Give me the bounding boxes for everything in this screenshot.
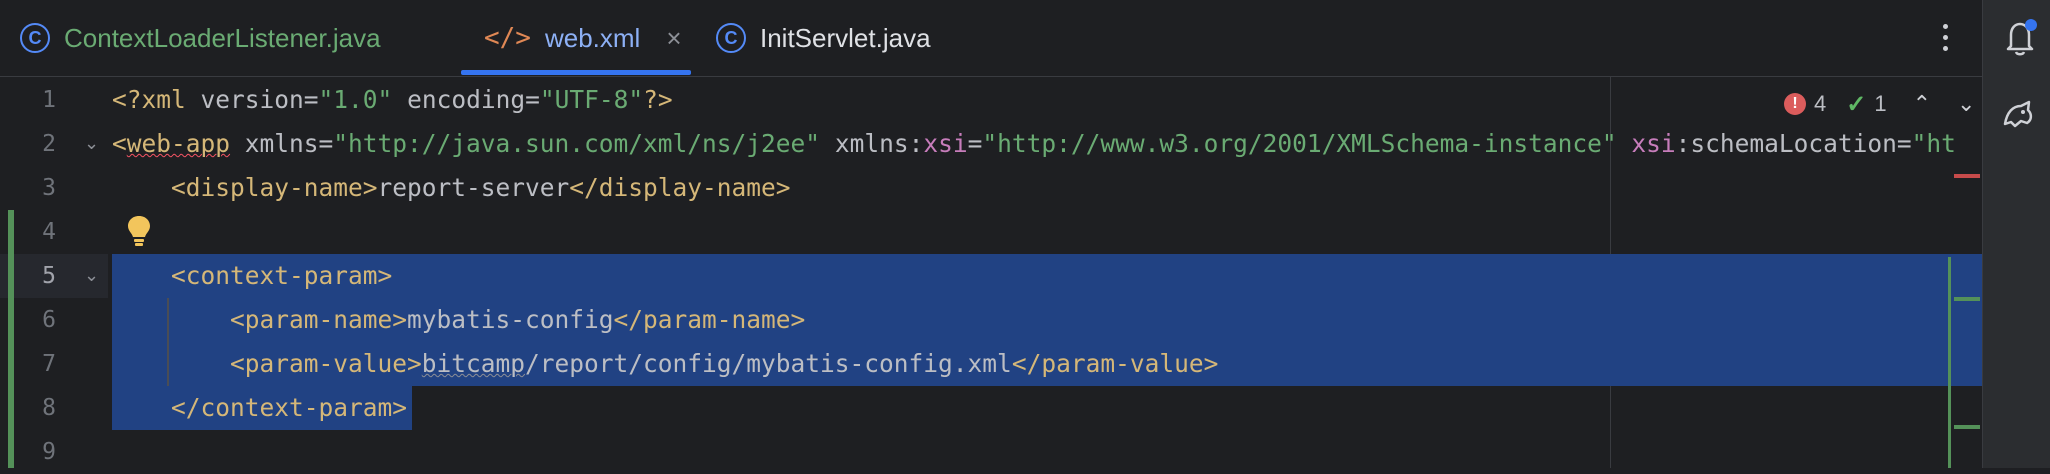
active-tab-indicator (461, 70, 691, 75)
line-number: 3 (42, 175, 56, 201)
code-line-6: 6 <param-name>mybatis-config</param-name… (0, 298, 1982, 342)
code-line-1: 1 <?xml version="1.0" encoding="UTF-8"?> (0, 78, 1982, 122)
code-text: <param-value>bitcamp/report/config/mybat… (230, 349, 1219, 378)
more-options-icon[interactable] (1930, 14, 1960, 60)
line-number: 4 (42, 219, 56, 245)
change-stripe (1948, 257, 1951, 468)
code-line-5: 5 ⌄ <context-param> (0, 254, 1982, 298)
class-icon: C (716, 23, 746, 53)
code-line-4: 4 (0, 210, 1982, 254)
code-text: <context-param> (171, 261, 393, 290)
error-count: 4 (1814, 91, 1827, 116)
tab-label: web.xml (544, 22, 641, 53)
code-text: <web-app xmlns="http://java.sun.com/xml/… (112, 129, 1956, 158)
previous-highlight-icon[interactable]: ⌃ (1913, 91, 1931, 117)
code-text: </context-param> (171, 393, 408, 422)
next-highlight-icon[interactable]: ⌄ (1957, 91, 1975, 117)
editor-tab-bar: C ContextLoaderListener.java </> web.xml… (0, 0, 1982, 77)
code-line-2: 2 ⌄ <web-app xmlns="http://java.sun.com/… (0, 122, 1982, 166)
line-number: 1 (42, 87, 56, 113)
error-icon: ! (1784, 93, 1806, 115)
code-editor[interactable]: 1 <?xml version="1.0" encoding="UTF-8"?>… (0, 77, 1982, 468)
line-number: 9 (42, 439, 56, 465)
tab-label: ContextLoaderListener.java (64, 22, 381, 53)
inspection-widget[interactable]: ! 4 ✓ 1 ⌃ ⌄ (1784, 89, 1975, 119)
line-number: 2 (42, 131, 56, 157)
code-line-7: 7 <param-value>bitcamp/report/config/myb… (0, 342, 1982, 386)
line-number: 6 (42, 307, 56, 333)
check-icon: ✓ (1846, 90, 1867, 118)
close-icon[interactable]: × (666, 23, 681, 54)
ai-assistant-icon[interactable] (2001, 96, 2037, 137)
xml-icon: </> (484, 23, 531, 53)
class-icon: C (20, 23, 50, 53)
code-line-9: 9 (0, 430, 1982, 474)
tab-context-loader-listener[interactable]: C ContextLoaderListener.java (20, 0, 381, 76)
tab-label: InitServlet.java (760, 22, 931, 53)
change-stripe-mark[interactable] (1954, 425, 1980, 429)
notifications-icon[interactable] (2003, 18, 2039, 63)
tab-init-servlet[interactable]: C InitServlet.java (716, 0, 931, 76)
code-line-8: 8 </context-param> (0, 386, 1982, 430)
fold-chevron-icon[interactable]: ⌄ (84, 265, 99, 286)
ok-count: 1 (1874, 91, 1887, 116)
tab-web-xml[interactable]: </> web.xml × (484, 0, 682, 76)
line-number: 8 (42, 395, 56, 421)
change-stripe-mark[interactable] (1954, 297, 1980, 301)
code-text: <param-name>mybatis-config</param-name> (230, 305, 806, 334)
error-stripe-mark[interactable] (1954, 174, 1980, 178)
code-line-3: 3 <display-name>report-server</display-n… (0, 166, 1982, 210)
line-number: 7 (42, 351, 56, 377)
intention-bulb-icon[interactable] (126, 214, 152, 253)
fold-chevron-icon[interactable]: ⌄ (84, 133, 99, 154)
code-text: <display-name>report-server</display-nam… (171, 173, 791, 202)
right-tool-strip (1982, 0, 2050, 468)
line-number: 5 (42, 263, 56, 289)
code-text: <?xml version="1.0" encoding="UTF-8"?> (112, 85, 673, 114)
